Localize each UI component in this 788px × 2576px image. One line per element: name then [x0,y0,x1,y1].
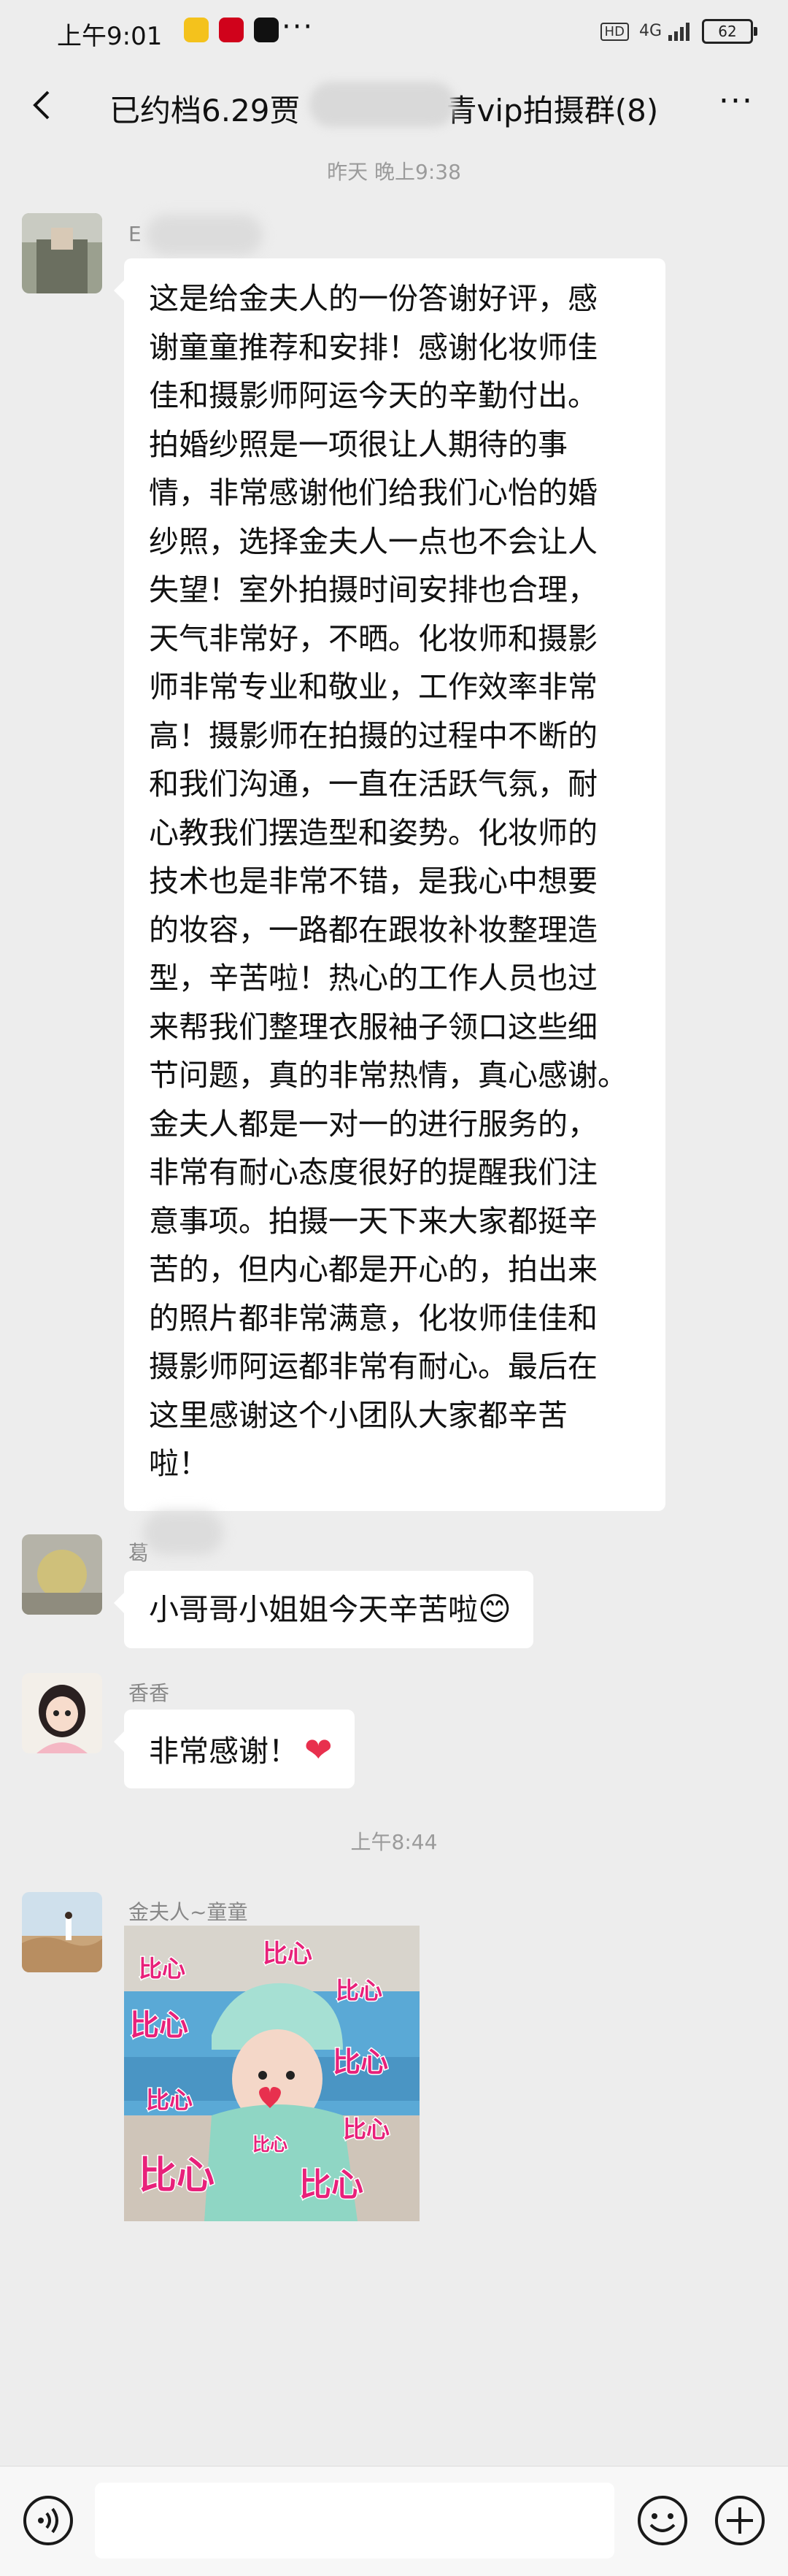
redacted-blur [143,1511,223,1555]
message-line: 这是给金夫人的一份答谢好评，感 [149,281,598,316]
message-line: 天气非常好，不晒。化妆师和摄影 [149,620,598,656]
plus-icon [715,2496,765,2545]
message-text: 小哥哥小姐姐今天辛苦啦 [149,1592,478,1627]
chat-title-prefix: 已约档6.29贾 [109,93,301,128]
message-line: 节问题，真的非常热情，真心感谢。 [149,1058,627,1093]
avatar[interactable] [22,1534,102,1615]
message-bubble[interactable]: 小哥哥小姐姐今天辛苦啦😊 [114,1571,533,1648]
more-options-button[interactable]: ··· [711,83,762,127]
hd-icon: HD [600,22,629,41]
sticker-image[interactable]: 比心 比心 比心 比心 比心 比心 比心 比心 比心 比心 [124,1926,420,2221]
sender-name: 金夫人~童童 [128,1900,248,1924]
message-line: 啦！ [149,1446,209,1481]
battery-icon: 62 [702,19,757,44]
avatar[interactable] [22,1673,102,1753]
message-line: 金夫人都是一对一的进行服务的， [149,1106,598,1142]
smile-icon [638,2496,687,2545]
chat-title-suffix: 青vip拍摄群(8) [446,93,659,128]
sticker-word: 比心 [146,2086,193,2114]
chat-timestamp: 昨天 晚上9:38 [327,160,461,184]
message-input[interactable] [95,2483,614,2558]
status-bar: 上午9:01 ··· HD 4G 62 [0,0,788,70]
sticker-word: 比心 [139,1955,185,1983]
emoji-button[interactable] [636,2494,689,2547]
sticker-word: 比心 [343,2115,390,2143]
heart-icon: ❤ [304,1730,333,1769]
message-bubble[interactable]: 非常感谢！ ❤ [114,1710,355,1788]
sender-name: 香香 [128,1681,170,1705]
status-time: 上午9:01 [57,22,163,51]
chat-timestamp: 上午8:44 [350,1830,438,1854]
sender-name: E [128,222,142,246]
redacted-blur [146,215,263,255]
voice-input-button[interactable] [22,2494,74,2547]
sticker-word: 比心 [252,2134,287,2155]
message-line: 这里感谢这个小团队大家都辛苦 [149,1397,568,1433]
avatar[interactable] [22,213,102,293]
message-line: 型，辛苦啦！热心的工作人员也过 [149,961,598,996]
message-line: 心教我们摆造型和姿势。化妆师的 [149,815,598,850]
sticker-word: 比心 [139,2154,215,2198]
sticker-word: 比心 [336,1977,382,2004]
message-line: 的照片都非常满意，化妆师佳佳和 [149,1300,598,1336]
message-line: 拍婚纱照是一项很让人期待的事 [149,426,568,462]
avatar[interactable] [22,1892,102,1972]
message-line: 师非常专业和敬业，工作效率非常 [149,669,598,704]
message-line: 谢童童推荐和安排！感谢化妆师佳 [149,329,598,365]
message-text: 非常感谢！ [149,1734,298,1769]
input-bar [0,2466,788,2576]
chevron-left-icon [33,91,50,120]
sticker-word: 比心 [333,2046,388,2078]
message-line: 技术也是非常不错，是我心中想要 [149,864,598,899]
status-right: HD 4G 62 [600,19,757,44]
notification-icons [184,18,279,42]
message-bubble[interactable]: 这是给金夫人的一份答谢好评，感 谢童童推荐和安排！感谢化妆师佳 佳和摄影师阿运今… [114,258,665,1511]
more-notifications-icon: ··· [282,10,314,44]
sticker-word: 比心 [299,2166,363,2204]
message-line: 的妆容，一路都在跟妆补妆整理造 [149,912,598,947]
tiktok-icon [254,18,279,42]
message-line: 情，非常感谢他们给我们心怡的婚 [149,475,598,510]
sticker-word: 比心 [263,1939,312,1969]
message-line: 非常有耐心态度很好的提醒我们注 [149,1155,598,1190]
message-line: 摄影师阿运都非常有耐心。最后在 [149,1349,598,1384]
message-line: 意事项。拍摄一天下来大家都挺辛 [149,1203,598,1239]
message-line: 佳和摄影师阿运今天的辛勤付出。 [149,378,598,413]
smile-emoji-icon: 😊 [478,1591,511,1628]
back-button[interactable] [22,83,66,127]
more-functions-button[interactable] [714,2494,766,2547]
message-line: 高！摄影师在拍摄的过程中不断的 [149,718,598,753]
sticker-word: 比心 [130,2009,188,2042]
message-line: 苦的，但内心都是开心的，拍出来 [149,1252,598,1287]
message-line: 和我们沟通，一直在活跃气氛，耐 [149,766,598,801]
redacted-blur [309,82,455,127]
signal-icon: 4G [639,22,692,41]
voice-icon [23,2496,73,2545]
message-line: 纱照，选择金夫人一点也不会让人 [149,523,598,559]
message-line: 来帮我们整理衣服袖子领口这些细 [149,1009,598,1045]
notification-app-icon [219,18,244,42]
notification-app-icon [184,18,209,42]
message-line: 失望！室外拍摄时间安排也合理， [149,572,598,607]
